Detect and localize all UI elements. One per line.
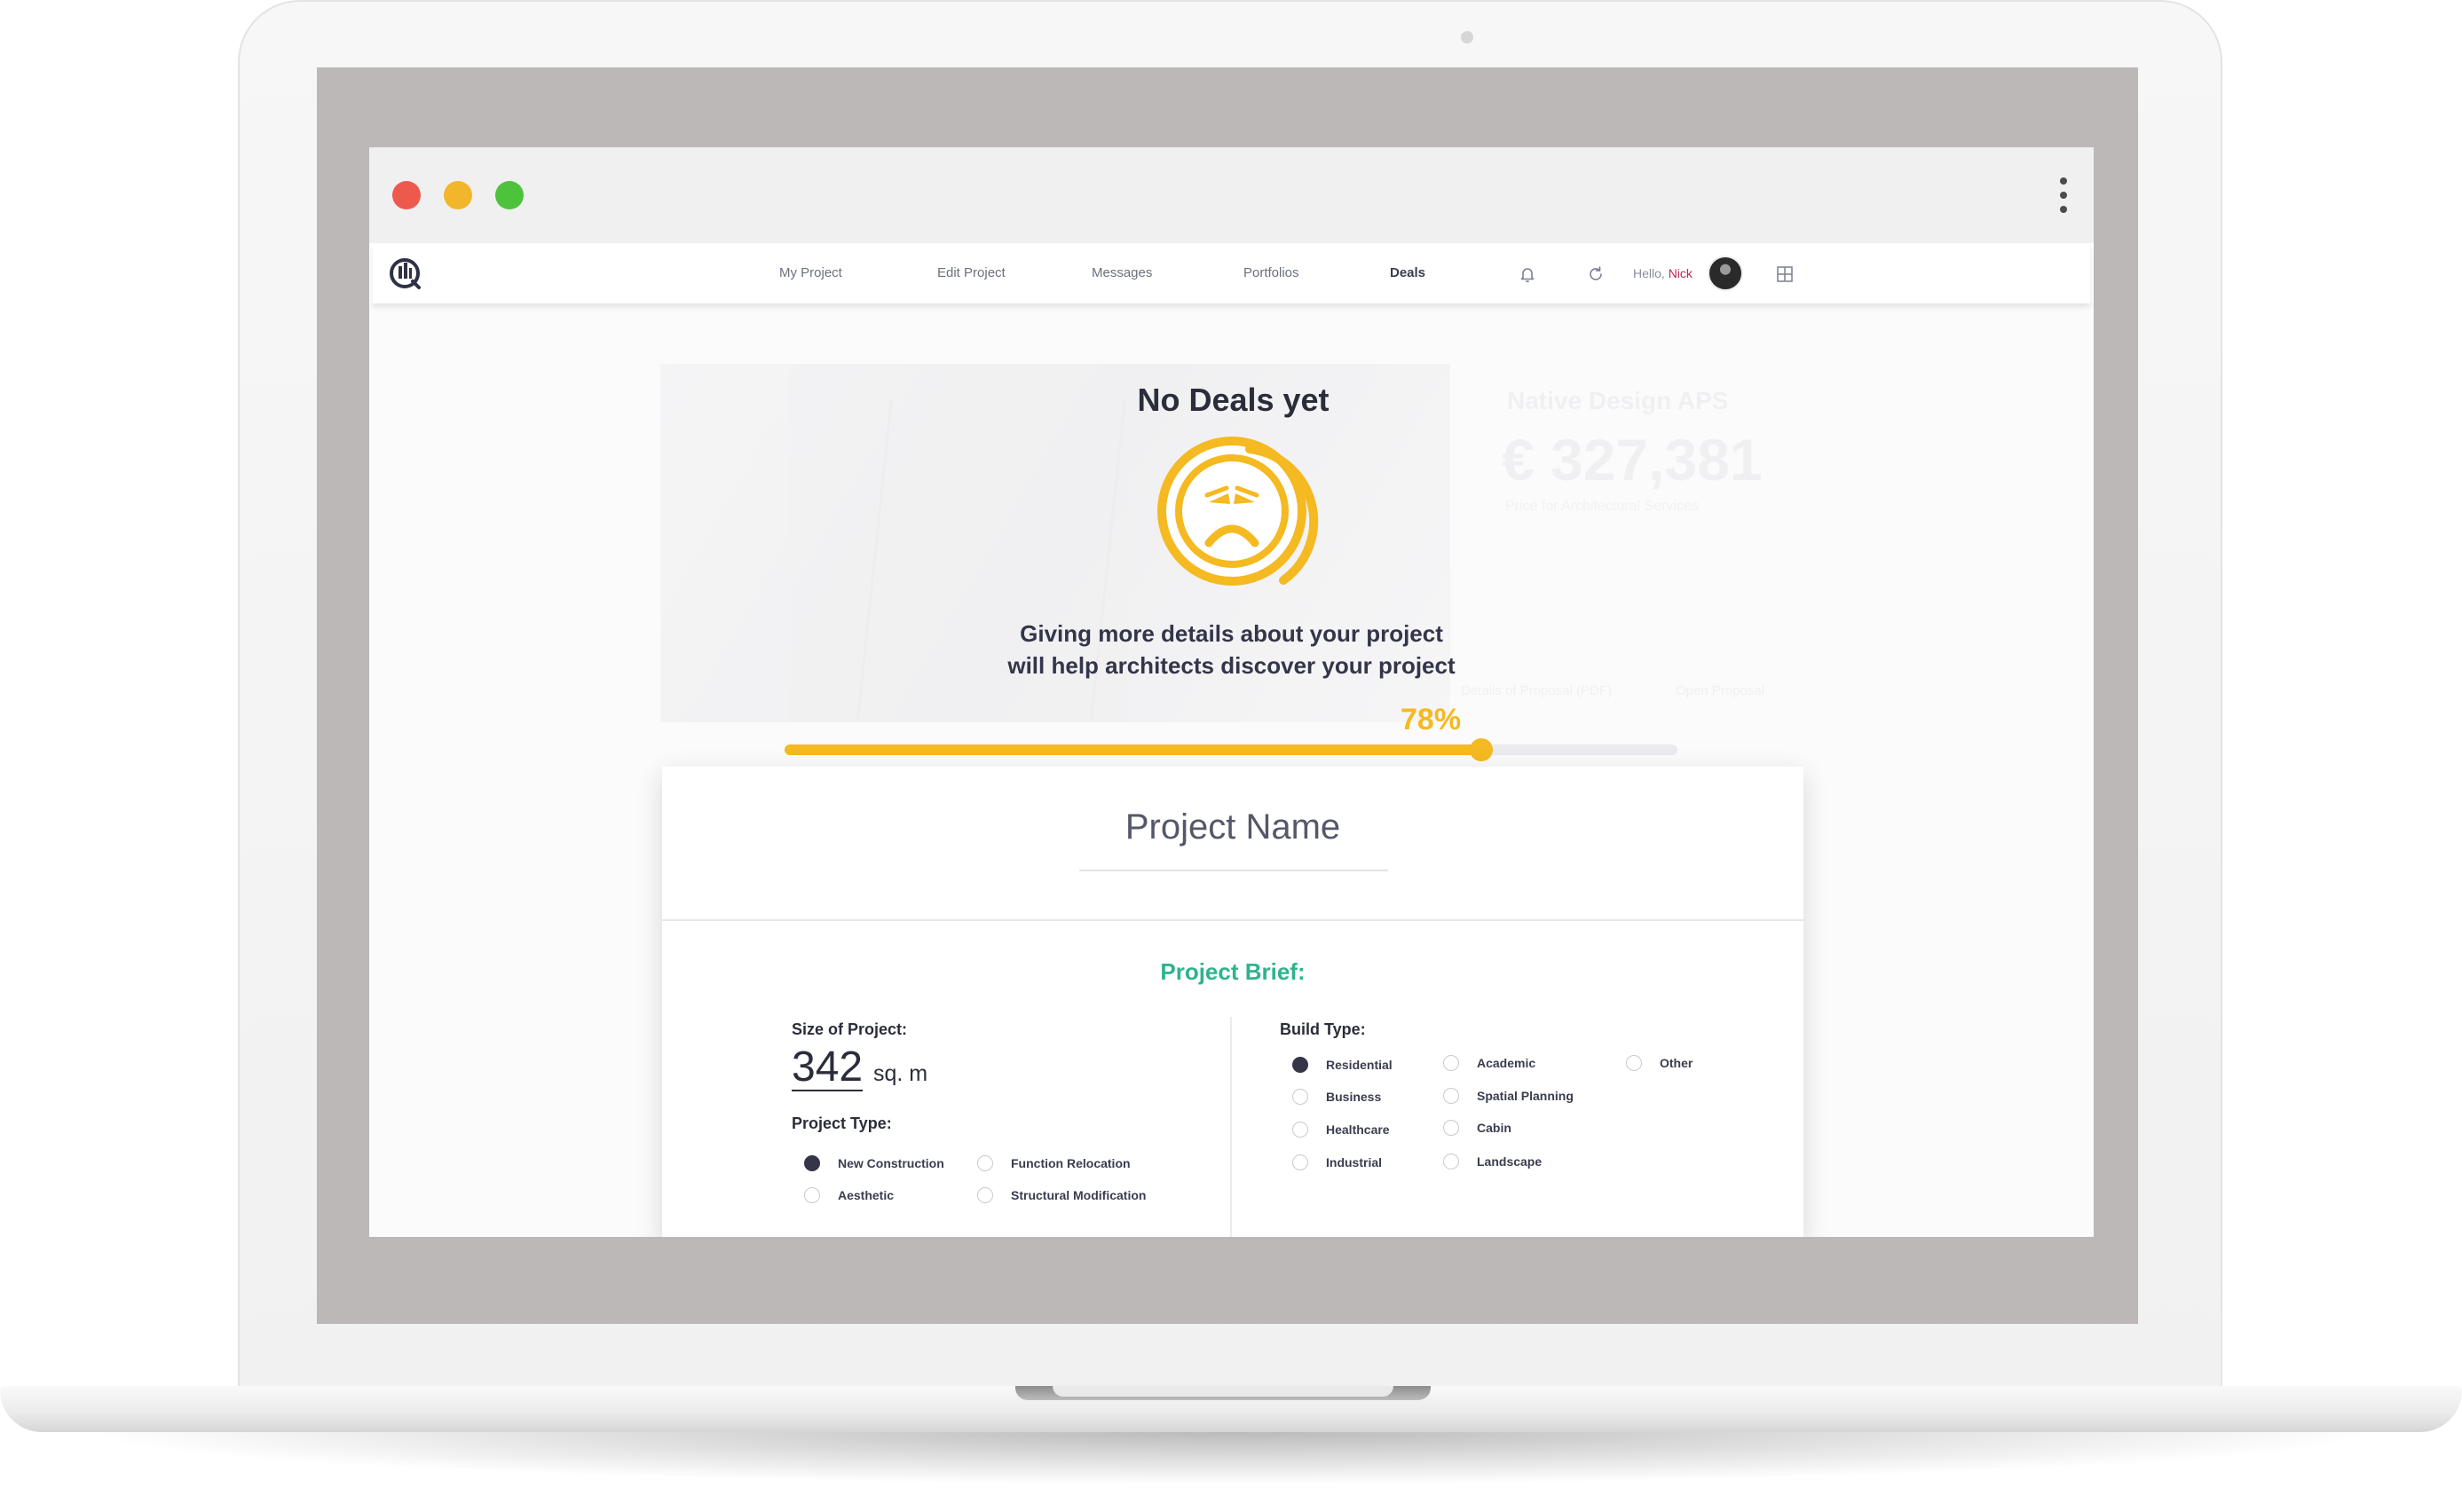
project-brief-title: Project Brief: [1160, 958, 1306, 985]
laptop-notch-inner [1053, 1386, 1393, 1397]
user-greeting: Hello, Nick [1633, 243, 1693, 303]
project-type-option[interactable]: Structural Modification [977, 1185, 1146, 1206]
project-name-field[interactable]: Project Name [662, 807, 1803, 847]
radio-button[interactable] [977, 1187, 993, 1203]
profile-progress-bar [785, 738, 1677, 761]
build-type-option[interactable]: Academic [1443, 1052, 1535, 1074]
no-deals-title: No Deals yet [1137, 382, 1330, 418]
radio-button[interactable] [1292, 1122, 1308, 1138]
column-divider [1230, 1017, 1232, 1237]
radio-button[interactable] [804, 1187, 820, 1203]
radio-button[interactable] [1626, 1055, 1642, 1071]
build-type-option[interactable]: Other [1626, 1052, 1693, 1074]
size-value-input[interactable]: 342 [792, 1045, 864, 1091]
project-type-option[interactable]: Aesthetic [804, 1185, 894, 1206]
user-name[interactable]: Nick [1669, 266, 1693, 280]
radio-button[interactable] [1443, 1055, 1459, 1071]
build-type-option[interactable]: Cabin [1443, 1117, 1511, 1138]
laptop-shadow [107, 1430, 2355, 1484]
maximize-window-button[interactable] [495, 181, 524, 209]
option-label: Residential [1326, 1058, 1393, 1072]
bell-icon[interactable] [1518, 264, 1537, 284]
size-label: Size of Project: [792, 1020, 908, 1038]
project-name-underline [1079, 870, 1388, 871]
project-type-label: Project Type: [792, 1114, 892, 1132]
nav-portfolios[interactable]: Portfolios [1243, 243, 1299, 303]
build-type-option[interactable]: Healthcare [1292, 1119, 1390, 1140]
minimize-window-button[interactable] [444, 181, 472, 209]
grid-menu-icon[interactable] [1775, 264, 1795, 284]
nav-edit-project[interactable]: Edit Project [937, 243, 1006, 303]
more-options-icon[interactable] [2058, 177, 2069, 213]
build-type-label: Build Type: [1280, 1020, 1366, 1038]
build-type-option[interactable]: Spatial Planning [1443, 1085, 1574, 1106]
radio-button[interactable] [1443, 1088, 1459, 1104]
deals-content: Native Design APS € 327,381 Price for Ar… [369, 303, 2094, 1237]
build-type-option[interactable]: Business [1292, 1086, 1381, 1107]
option-label: Function Relocation [1011, 1156, 1131, 1170]
nav-deals[interactable]: Deals [1390, 243, 1425, 303]
radio-button[interactable] [1292, 1089, 1308, 1105]
option-label: Business [1326, 1090, 1382, 1104]
option-label: Spatial Planning [1477, 1089, 1574, 1103]
nav-my-project[interactable]: My Project [779, 243, 842, 303]
refresh-icon[interactable] [1586, 264, 1606, 284]
option-label: Other [1660, 1056, 1693, 1070]
window-titlebar [369, 147, 2094, 243]
app-logo-icon[interactable] [389, 257, 422, 291]
option-label: Cabin [1477, 1121, 1511, 1135]
option-label: Structural Modification [1011, 1188, 1147, 1202]
option-label: Industrial [1326, 1155, 1383, 1169]
greeting-text: Hello, [1633, 266, 1665, 280]
project-type-option[interactable]: Function Relocation [977, 1153, 1131, 1174]
radio-button[interactable] [1292, 1057, 1308, 1073]
radio-button[interactable] [1443, 1154, 1459, 1169]
project-card: Project Name Project Brief: Size of Proj… [662, 767, 1803, 1237]
faded-details-link: Details of Proposal (PDF) [1461, 683, 1613, 698]
faded-subtitle: Price for Architectural Services [1505, 499, 1699, 514]
hint-line-2: will help architects discover your proje… [1007, 652, 1456, 679]
option-label: Aesthetic [838, 1188, 895, 1202]
radio-button[interactable] [977, 1155, 993, 1171]
empty-state-hint: Giving more details about your project w… [369, 618, 2094, 681]
build-type-option[interactable]: Landscape [1443, 1151, 1542, 1172]
build-type-option[interactable]: Residential [1292, 1054, 1393, 1075]
option-label: Academic [1477, 1056, 1536, 1070]
option-label: Healthcare [1326, 1122, 1390, 1137]
progress-fill [785, 744, 1481, 755]
build-type-option[interactable]: Industrial [1292, 1152, 1382, 1173]
radio-button[interactable] [804, 1155, 820, 1171]
app-window: My Project Edit Project Messages Portfol… [369, 147, 2094, 1237]
project-type-option[interactable]: New Construction [804, 1153, 944, 1174]
option-label: New Construction [838, 1156, 944, 1170]
radio-button[interactable] [1443, 1120, 1459, 1136]
hint-line-1: Giving more details about your project [1020, 620, 1443, 647]
option-label: Landscape [1477, 1154, 1543, 1169]
card-divider [662, 919, 1803, 921]
nav-messages[interactable]: Messages [1092, 243, 1152, 303]
faded-open-link: Open Proposal [1676, 683, 1765, 698]
progress-knob [1469, 738, 1493, 761]
close-window-button[interactable] [392, 181, 421, 209]
sad-face-icon [1157, 437, 1319, 586]
avatar[interactable] [1708, 256, 1743, 291]
size-unit: sq. m [873, 1061, 928, 1086]
faded-amount: € 327,381 [1502, 427, 1763, 492]
radio-button[interactable] [1292, 1154, 1308, 1170]
progress-percent: 78% [1401, 703, 1462, 736]
camera-icon [1461, 31, 1473, 43]
top-navigation: My Project Edit Project Messages Portfol… [373, 243, 2090, 303]
